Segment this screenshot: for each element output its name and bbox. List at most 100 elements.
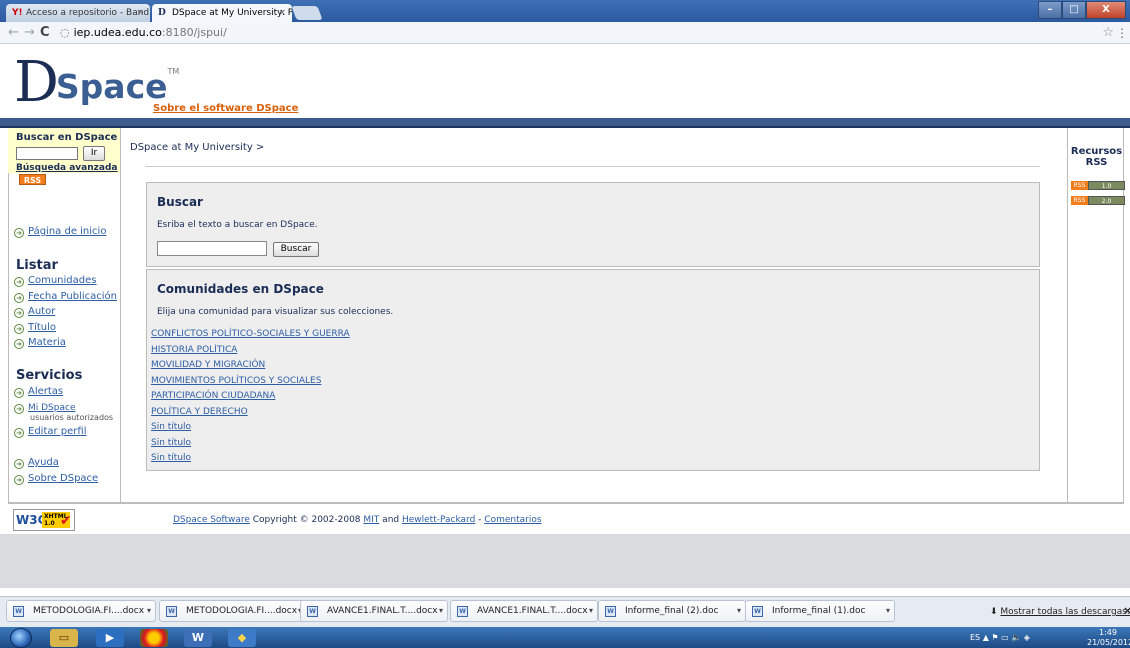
sidebar-item-help[interactable]: ➜ Ayuda bbox=[14, 457, 59, 469]
community-link[interactable]: Sin título bbox=[151, 453, 191, 463]
comments-link[interactable]: Comentarios bbox=[484, 515, 541, 525]
word-icon[interactable]: W bbox=[184, 629, 212, 647]
community-link[interactable]: Sin título bbox=[151, 422, 191, 432]
community-link[interactable]: PARTICIPACIÓN CIUDADANA bbox=[151, 391, 275, 401]
bookmark-star-icon[interactable]: ☆ bbox=[1102, 24, 1114, 42]
dspace-software-link[interactable]: DSpace Software bbox=[173, 515, 250, 525]
tab-label: Acceso a repositorio - Band bbox=[26, 8, 150, 18]
search-panel: Buscar Esriba el texto a buscar en DSpac… bbox=[146, 182, 1040, 267]
forward-arrow-icon[interactable]: → bbox=[24, 24, 35, 42]
web-page: DSpaceTM Sobre el software DSpace Buscar… bbox=[0, 45, 1130, 588]
word-document-icon: W bbox=[166, 606, 177, 617]
sidebar-item-edit-profile[interactable]: ➜ Editar perfil bbox=[14, 426, 86, 438]
tab-close-icon[interactable]: × bbox=[278, 4, 286, 22]
about-dspace-software-link[interactable]: Sobre el software DSpace bbox=[153, 103, 298, 114]
download-item[interactable]: WMETODOLOGIA.FI....docx▾ bbox=[159, 600, 307, 622]
url-path: :8180/jspui/ bbox=[161, 26, 227, 39]
chevron-down-icon[interactable]: ▾ bbox=[886, 601, 890, 621]
services-heading: Servicios bbox=[16, 368, 83, 383]
sidebar-item-date[interactable]: ➜ Fecha Publicación bbox=[14, 291, 117, 303]
reload-icon[interactable]: C bbox=[40, 24, 50, 42]
arrow-right-icon: ➜ bbox=[14, 404, 24, 414]
arrow-right-icon: ➜ bbox=[14, 228, 24, 238]
sidebar-search-input[interactable] bbox=[16, 147, 78, 160]
address-bar[interactable]: ◌ iep.udea.edu.co:8180/jspui/ bbox=[60, 24, 1100, 42]
sidebar-item-author[interactable]: ➜ Autor bbox=[14, 306, 55, 318]
mydspace-subtitle: usuarios autorizados bbox=[30, 413, 114, 422]
maximize-button[interactable]: □ bbox=[1062, 1, 1086, 19]
download-item[interactable]: W Informe_final (1).doc ▾ bbox=[745, 600, 895, 622]
word-document-icon: W bbox=[457, 606, 468, 617]
chevron-down-icon[interactable]: ▾ bbox=[589, 601, 593, 621]
start-button[interactable] bbox=[10, 628, 32, 648]
rss-feed-button[interactable]: RSS bbox=[19, 174, 46, 185]
sidebar-item-subject[interactable]: ➜ Materia bbox=[14, 337, 66, 349]
rss-2-0-badge[interactable]: RSS 2.0 bbox=[1071, 196, 1125, 205]
browser-tab-bar: Y! Acceso a repositorio - Band × D DSpac… bbox=[0, 0, 1130, 22]
sidebar-item-title[interactable]: ➜ Título bbox=[14, 322, 56, 334]
network-flag-icon[interactable]: ⚑ bbox=[991, 633, 1001, 642]
download-item[interactable]: W AVANCE1.FINAL.T....docx ▾ bbox=[450, 600, 598, 622]
arrow-right-icon: ➜ bbox=[14, 459, 24, 469]
show-all-downloads[interactable]: ⬇ Mostrar todas las descargas... bbox=[990, 607, 1130, 617]
download-item[interactable]: WMETODOLOGIA.FI....docx▾ bbox=[6, 600, 156, 622]
minimize-button[interactable]: – bbox=[1038, 1, 1062, 19]
download-item[interactable]: W Informe_final (2).doc ▾ bbox=[598, 600, 746, 622]
word-document-icon: W bbox=[752, 606, 763, 617]
volume-icon[interactable]: 🔈 bbox=[1011, 633, 1024, 642]
download-item[interactable]: W AVANCE1.FINAL.T....docx ▾ bbox=[300, 600, 448, 622]
arrow-right-icon: ➜ bbox=[14, 428, 24, 438]
sidebar-item-communities[interactable]: ➜ Comunidades bbox=[14, 275, 96, 287]
tab-dspace[interactable]: D DSpace at My University: Pá × bbox=[152, 4, 292, 22]
system-tray: ES ▲ ⚑ ▭ 🔈 ◈ bbox=[970, 629, 1030, 646]
dspace-favicon-icon: D bbox=[158, 8, 166, 18]
word-document-icon: W bbox=[605, 606, 616, 617]
header-bar bbox=[0, 118, 1130, 128]
wrench-menu-icon[interactable]: ⋮ bbox=[1116, 24, 1128, 42]
system-clock[interactable]: 1:49 21/05/2012 bbox=[1087, 628, 1130, 648]
browse-heading: Listar bbox=[16, 258, 58, 273]
footer-divider bbox=[8, 503, 1124, 504]
language-indicator[interactable]: ES bbox=[970, 633, 980, 642]
downloads-bar: W METODOLOGIA.FI....docx ▾ W METODOLOGIA.FI… bbox=[0, 596, 1130, 627]
rss-1-0-badge[interactable]: RSS 1.0 bbox=[1071, 181, 1125, 190]
url-host: iep.udea.edu.co bbox=[73, 26, 162, 39]
footer-copyright: DSpace Software Copyright © 2002-2008 MI… bbox=[173, 515, 542, 525]
community-link[interactable]: CONFLICTOS POLÍTICO-SOCIALES Y GUERRA bbox=[151, 329, 350, 339]
sidebar-item-about[interactable]: ➜ Sobre DSpace bbox=[14, 473, 98, 485]
dropbox-icon[interactable]: ◈ bbox=[1024, 633, 1030, 642]
community-link[interactable]: MOVILIDAD Y MIGRACIÓN bbox=[151, 360, 265, 370]
close-window-button[interactable]: X bbox=[1086, 1, 1126, 19]
close-downloads-icon[interactable]: × bbox=[1123, 604, 1130, 617]
breadcrumb[interactable]: DSpace at My University > bbox=[130, 142, 264, 153]
hp-link[interactable]: Hewlett-Packard bbox=[402, 515, 475, 525]
search-panel-text: Esriba el texto a buscar en DSpace. bbox=[157, 220, 318, 230]
mit-link[interactable]: MIT bbox=[363, 515, 379, 525]
rss-resources-title: Recursos RSS bbox=[1070, 146, 1123, 168]
chevron-down-icon[interactable]: ▾ bbox=[737, 601, 741, 621]
word-document-icon: W bbox=[13, 606, 24, 617]
community-link[interactable]: POLÍTICA Y DERECHO bbox=[151, 407, 248, 417]
chevron-down-icon[interactable]: ▾ bbox=[439, 601, 443, 621]
sidebar-go-button[interactable]: Ir bbox=[83, 146, 105, 161]
main-search-button[interactable]: Buscar bbox=[273, 242, 319, 257]
tab-acceso-repositorio[interactable]: Y! Acceso a repositorio - Band × bbox=[6, 4, 150, 22]
chrome-icon[interactable] bbox=[140, 629, 168, 647]
shield-icon[interactable]: ◆ bbox=[228, 629, 256, 647]
community-link[interactable]: MOVIMIENTOS POLÍTICOS Y SOCIALES bbox=[151, 376, 321, 386]
chevron-down-icon[interactable]: ▾ bbox=[147, 601, 151, 621]
media-player-icon[interactable]: ▶ bbox=[96, 629, 124, 647]
back-arrow-icon[interactable]: ← bbox=[8, 24, 19, 42]
w3c-xhtml-badge[interactable]: W3C XHTML 1.0 ✔ bbox=[13, 509, 75, 531]
sidebar-item-home[interactable]: ➜ Página de inicio bbox=[14, 226, 106, 238]
sidebar-item-alerts[interactable]: ➜ Alertas bbox=[14, 386, 63, 398]
tab-close-icon[interactable]: × bbox=[136, 4, 144, 22]
explorer-folder-icon[interactable]: ▭ bbox=[50, 629, 78, 647]
community-link[interactable]: Sin título bbox=[151, 438, 191, 448]
new-tab-button[interactable] bbox=[291, 6, 323, 20]
arrow-right-icon: ➜ bbox=[14, 475, 24, 485]
main-search-input[interactable] bbox=[157, 241, 267, 256]
advanced-search-link[interactable]: Búsqueda avanzada bbox=[16, 163, 117, 173]
community-link[interactable]: HISTORIA POLÍTICA bbox=[151, 345, 237, 355]
monitor-icon[interactable]: ▭ bbox=[1001, 633, 1011, 642]
